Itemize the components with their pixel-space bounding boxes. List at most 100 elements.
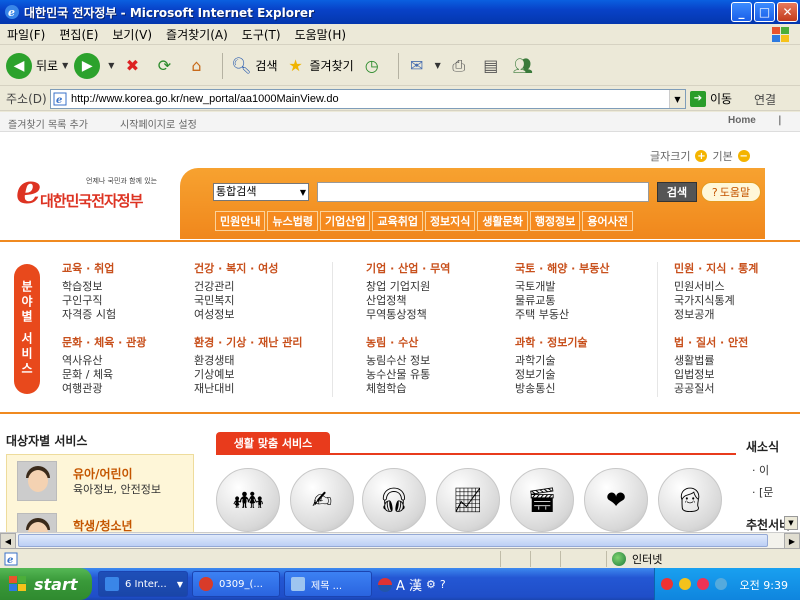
mail-icon[interactable]: ✉ bbox=[405, 54, 429, 78]
menu-view[interactable]: 보기(V) bbox=[105, 26, 159, 43]
category-heading[interactable]: 국토 · 해양 · 부동산 bbox=[515, 260, 665, 276]
links-label[interactable]: 연결 bbox=[754, 91, 776, 108]
scroll-left-icon[interactable]: ◀ bbox=[0, 533, 16, 549]
font-decrease-icon[interactable]: − bbox=[737, 150, 750, 162]
senior-icon[interactable]: 👴︎ bbox=[658, 468, 722, 532]
category-link[interactable]: 학습정보 bbox=[62, 280, 212, 294]
tab-news[interactable]: 뉴스법령 bbox=[267, 211, 318, 231]
category-heading[interactable]: 과학 · 정보기술 bbox=[515, 334, 665, 350]
category-heading[interactable]: 민원 · 지식 · 통계 bbox=[674, 260, 800, 276]
category-link[interactable]: 정보기술 bbox=[515, 368, 665, 382]
tab-admin[interactable]: 행정정보 bbox=[529, 211, 581, 231]
category-heading[interactable]: 교육 · 취업 bbox=[62, 260, 212, 276]
category-heading[interactable]: 기업 · 산업 · 무역 bbox=[366, 260, 516, 276]
messenger-icon[interactable]: 👥︎ bbox=[511, 54, 535, 78]
font-increase-icon[interactable]: + bbox=[695, 150, 708, 162]
security-icon[interactable] bbox=[697, 578, 709, 590]
set-homepage-link[interactable]: 시작페이지로 설정 bbox=[120, 116, 197, 131]
print-icon[interactable]: ⎙ bbox=[447, 54, 471, 78]
forward-dropdown-icon[interactable]: ▼ bbox=[108, 61, 114, 70]
category-link[interactable]: 국토개발 bbox=[515, 280, 665, 294]
menu-tools[interactable]: 도구(T) bbox=[235, 26, 288, 43]
close-button[interactable]: ✕ bbox=[777, 2, 798, 22]
category-link[interactable]: 역사유산 bbox=[62, 354, 212, 368]
category-link[interactable]: 방송통신 bbox=[515, 382, 665, 396]
category-link[interactable]: 문화 / 체육 bbox=[62, 368, 212, 382]
add-favorite-link[interactable]: 즐겨찾기 목록 추가 bbox=[8, 116, 88, 131]
category-heading[interactable]: 법 · 질서 · 안전 bbox=[674, 334, 800, 350]
health-heart-icon[interactable]: ❤ bbox=[584, 468, 648, 532]
category-link[interactable]: 무역통상정책 bbox=[366, 308, 516, 322]
language-bar[interactable]: A 漢 ⚙ ? bbox=[378, 575, 446, 594]
category-link[interactable]: 창업 기업지원 bbox=[366, 280, 516, 294]
address-input[interactable]: e http://www.korea.go.kr/new_portal/aa10… bbox=[50, 89, 686, 109]
category-link[interactable]: 국민복지 bbox=[194, 294, 344, 308]
category-heading[interactable]: 문화 · 체육 · 관광 bbox=[62, 334, 212, 350]
menu-edit[interactable]: 편집(E) bbox=[52, 26, 105, 43]
tab-knowledge[interactable]: 정보지식 bbox=[424, 211, 476, 231]
taskbar-item-untitled[interactable]: 제목 ... bbox=[284, 571, 372, 597]
address-dropdown-icon[interactable]: ▼ bbox=[669, 90, 685, 108]
category-heading[interactable]: 농림 · 수산 bbox=[366, 334, 516, 350]
scroll-right-icon[interactable]: ▶ bbox=[784, 533, 800, 549]
edit-icon[interactable]: ▤ bbox=[479, 54, 503, 78]
category-link[interactable]: 입법정보 bbox=[674, 368, 800, 382]
taskbar-item-ie[interactable]: 6 Inter... ▼ bbox=[98, 571, 188, 597]
category-link[interactable]: 정보공개 bbox=[674, 308, 800, 322]
family-icon[interactable]: 👪︎ bbox=[216, 468, 280, 532]
document-sign-icon[interactable]: ✍ bbox=[290, 468, 354, 532]
back-dropdown-icon[interactable]: ▼ bbox=[62, 61, 68, 70]
back-button[interactable]: ◀ 뒤로 ▼ bbox=[6, 52, 68, 79]
media-icon[interactable]: 🎬︎ bbox=[510, 468, 574, 532]
category-link[interactable]: 건강관리 bbox=[194, 280, 344, 294]
category-link[interactable]: 기상예보 bbox=[194, 368, 344, 382]
tab-glossary[interactable]: 용어사전 bbox=[582, 211, 633, 231]
category-link[interactable]: 과학기술 bbox=[515, 354, 665, 368]
history-icon[interactable]: ◷ bbox=[360, 54, 384, 78]
horizontal-scrollbar[interactable]: ◀ ▶ bbox=[0, 532, 800, 549]
network-icon[interactable] bbox=[715, 578, 727, 590]
target-item-child[interactable]: 유아/어린이 육아정보, 안전정보 bbox=[17, 461, 187, 501]
category-link[interactable]: 자격증 시험 bbox=[62, 308, 212, 322]
help-button[interactable]: ? 도움말 bbox=[701, 182, 761, 202]
search-submit-button[interactable]: 검색 bbox=[657, 182, 697, 202]
category-link[interactable]: 농수산물 유통 bbox=[366, 368, 516, 382]
stop-icon[interactable]: ✖ bbox=[120, 54, 144, 78]
category-link[interactable]: 산업정책 bbox=[366, 294, 516, 308]
category-link[interactable]: 체험학습 bbox=[366, 382, 516, 396]
target-item-student[interactable]: 학생/청소년 bbox=[17, 513, 187, 532]
category-link[interactable]: 농림수산 정보 bbox=[366, 354, 516, 368]
category-heading[interactable]: 건강 · 복지 · 여성 bbox=[194, 260, 344, 276]
shield-icon[interactable] bbox=[679, 578, 691, 590]
menu-file[interactable]: 파일(F) bbox=[0, 26, 52, 43]
menu-help[interactable]: 도움말(H) bbox=[288, 26, 354, 43]
category-heading[interactable]: 환경 · 기상 · 재난 관리 bbox=[194, 334, 344, 350]
recommend-scroll-icon[interactable]: ▼ bbox=[784, 516, 798, 530]
scroll-thumb[interactable] bbox=[18, 534, 768, 547]
category-link[interactable]: 재난대비 bbox=[194, 382, 344, 396]
tab-business[interactable]: 기업산업 bbox=[319, 211, 371, 231]
minimize-button[interactable]: _ bbox=[731, 2, 752, 22]
category-link[interactable]: 구인구직 bbox=[62, 294, 212, 308]
search-scope-select[interactable]: 통합검색 ▼ bbox=[213, 183, 309, 201]
life-services-tab[interactable]: 생활 맞춤 서비스 bbox=[216, 432, 330, 454]
font-reset-label[interactable]: 기본 bbox=[712, 148, 732, 164]
call-center-icon[interactable]: 🎧︎ bbox=[362, 468, 426, 532]
home-icon[interactable]: ⌂ bbox=[184, 54, 208, 78]
taskbar-item-doc[interactable]: 0309_(... bbox=[192, 571, 280, 597]
news-item[interactable]: · [문 bbox=[752, 484, 773, 500]
go-button[interactable]: ➔ 이동 bbox=[690, 90, 732, 107]
news-item[interactable]: · 이 bbox=[752, 462, 769, 478]
antivirus-icon[interactable] bbox=[661, 578, 673, 590]
refresh-icon[interactable]: ⟳ bbox=[152, 54, 176, 78]
menu-favorites[interactable]: 즐겨찾기(A) bbox=[159, 26, 235, 43]
category-link[interactable]: 환경생태 bbox=[194, 354, 344, 368]
tab-education[interactable]: 교육취업 bbox=[372, 211, 423, 231]
category-link[interactable]: 물류교통 bbox=[515, 294, 665, 308]
category-link[interactable]: 공공질서 bbox=[674, 382, 800, 396]
search-button[interactable]: 🔍︎ 검색 bbox=[229, 54, 277, 78]
finance-chart-icon[interactable]: 📈︎ bbox=[436, 468, 500, 532]
home-link[interactable]: Home bbox=[728, 115, 756, 126]
site-logo[interactable]: e 언제나 국민과 함께 있는 대한민국전자정부 bbox=[16, 170, 181, 218]
start-button[interactable]: start bbox=[0, 568, 92, 600]
